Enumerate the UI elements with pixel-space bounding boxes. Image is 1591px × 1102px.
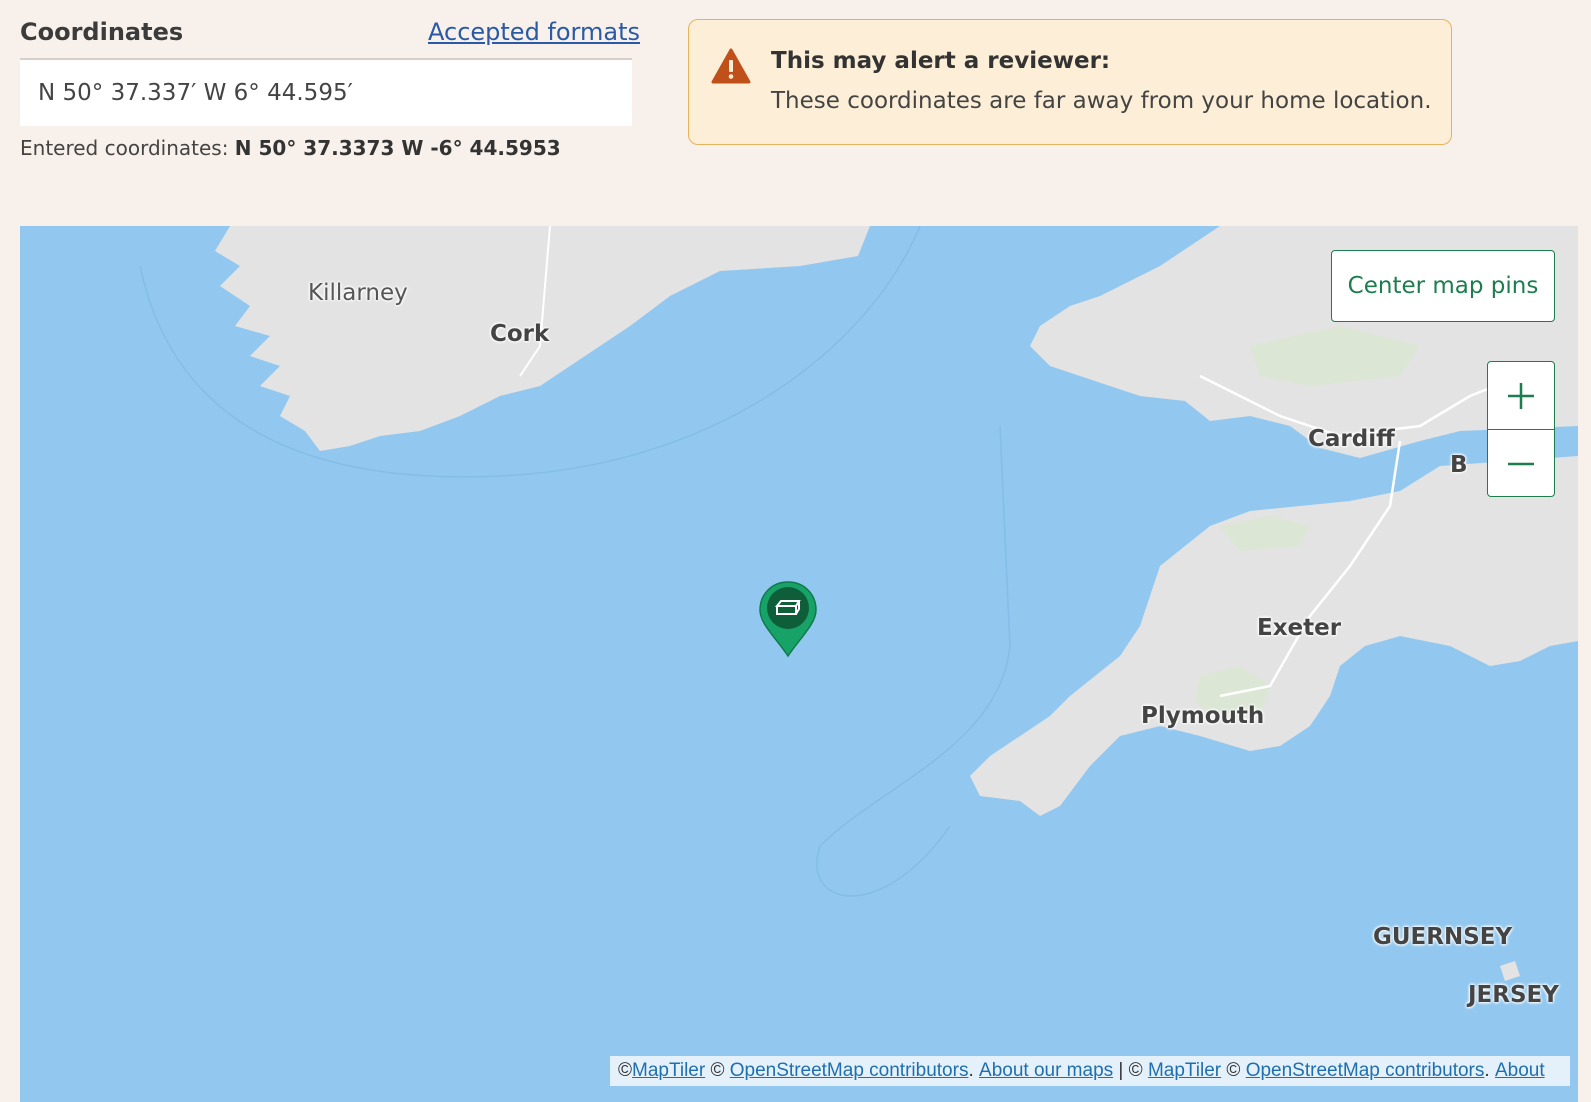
land-ireland [20,226,870,451]
land-guernsey [1500,961,1520,981]
attr-osm-link[interactable]: OpenStreetMap contributors [730,1060,969,1082]
attr-text: . [1484,1060,1495,1081]
attr-maptiler-link[interactable]: MapTiler [632,1060,705,1082]
alert-title: This may alert a reviewer: [771,48,1111,74]
zoom-in-button[interactable] [1488,362,1554,430]
depth-contour [816,425,1011,897]
attr-about-link[interactable]: About [1495,1060,1545,1082]
coordinates-label: Coordinates [20,18,184,46]
alert-message: These coordinates are far away from your… [771,88,1432,114]
attr-text: © [705,1060,730,1081]
map-label-cardiff: Cardiff [1308,426,1395,452]
accepted-formats-link[interactable]: Accepted formats [428,18,640,46]
attr-text: . [968,1060,980,1081]
minus-icon [1508,462,1534,465]
cache-pin[interactable] [758,580,818,658]
map-label-exeter: Exeter [1257,615,1342,641]
map-label-killarney: Killarney [308,280,408,306]
map[interactable]: Killarney Cork Cardiff B Exeter Plymouth… [20,226,1578,1102]
map-label-plymouth: Plymouth [1141,703,1265,729]
attr-text: © [618,1060,632,1081]
attr-maptiler-link-2[interactable]: MapTiler [1148,1060,1221,1082]
entered-coordinates-value: N 50° 37.3373 W -6° 44.5953 [234,136,561,160]
warning-triangle-icon [711,48,751,84]
attr-about-maps-link[interactable]: About our maps [979,1060,1113,1082]
map-attribution: © MapTiler © OpenStreetMap contributors … [610,1056,1570,1086]
zoom-control [1487,361,1555,497]
center-map-pins-button[interactable]: Center map pins [1331,250,1555,322]
reviewer-alert: This may alert a reviewer: These coordin… [688,19,1452,145]
zoom-out-button[interactable] [1488,430,1554,497]
map-label-guernsey: GUERNSEY [1373,924,1513,950]
map-label-b: B [1450,452,1468,478]
entered-coordinates-prefix: Entered coordinates: [20,136,235,160]
attr-text: © [1221,1060,1246,1081]
map-label-cork: Cork [490,321,550,347]
map-label-jersey: JERSEY [1468,982,1559,1008]
map-basemap [20,226,1578,981]
coordinates-input[interactable] [20,58,632,126]
plus-icon [1508,382,1534,409]
entered-coordinates: Entered coordinates: N 50° 37.3373 W -6°… [20,136,561,160]
attr-osm-link-2[interactable]: OpenStreetMap contributors [1246,1060,1485,1082]
attr-text: | © [1113,1060,1148,1081]
